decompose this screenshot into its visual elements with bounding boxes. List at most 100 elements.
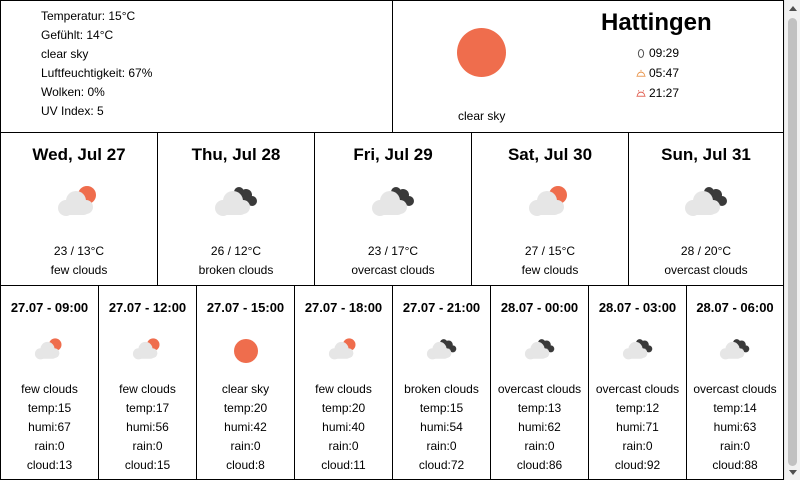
hourly-forecast-card: 28.07 - 00:00 overcast clouds temp:13 hu… [490, 285, 589, 480]
current-humidity: Luftfeuchtigkeit: 67% [41, 66, 153, 80]
hour-time: 27.07 - 09:00 [10, 300, 89, 315]
hour-temp: temp:15 [419, 401, 464, 415]
hour-condition: few clouds [119, 382, 176, 396]
hour-temp: temp:14 [713, 401, 757, 415]
current-uv-index: UV Index: 5 [41, 104, 104, 118]
hour-rain: rain:0 [426, 439, 457, 453]
current-conditions-list: Temperatur: 15°C Gefühlt: 14°C clear sky… [41, 7, 152, 121]
current-conditions-panel: Temperatur: 15°C Gefühlt: 14°C clear sky… [0, 0, 393, 133]
hourly-forecast-card: 28.07 - 06:00 overcast clouds temp:14 hu… [686, 285, 784, 480]
overcast-clouds-icon [622, 337, 656, 365]
hour-condition: broken clouds [404, 382, 479, 396]
day-temperature: 23 / 17°C [367, 244, 419, 258]
few-clouds-icon [528, 184, 576, 224]
current-feels-like: Gefühlt: 14°C [41, 28, 114, 42]
city-panel: clear sky Hattingen 09:29 05:47 21:27 [392, 0, 784, 133]
hour-cloud: cloud:88 [712, 458, 758, 472]
hour-rain: rain:0 [328, 439, 359, 453]
sun-icon [230, 337, 264, 365]
current-description: clear sky [41, 47, 89, 61]
hour-rain: rain:0 [524, 439, 555, 453]
moonrise-row: 09:29 [636, 43, 679, 63]
daily-forecast-card: Thu, Jul 28 26 / 12°C broken clouds [157, 132, 315, 286]
vertical-scrollbar[interactable] [784, 0, 800, 480]
hour-time: 27.07 - 21:00 [402, 300, 481, 315]
hour-humidity: humi:56 [126, 420, 169, 434]
day-condition: broken clouds [198, 263, 274, 277]
sunrise-row: 05:47 [636, 63, 679, 83]
hour-cloud: cloud:11 [321, 458, 366, 472]
hourly-forecast-card: 27.07 - 15:00 clear sky temp:20 humi:42 … [196, 285, 295, 480]
day-date: Fri, Jul 29 [353, 145, 433, 164]
hour-rain: rain:0 [132, 439, 163, 453]
few-clouds-icon [328, 337, 362, 365]
hour-time: 27.07 - 18:00 [304, 300, 383, 315]
broken-clouds-icon [214, 184, 262, 224]
hourly-forecast-card: 27.07 - 21:00 broken clouds temp:15 humi… [392, 285, 491, 480]
sunrise-time: 05:47 [649, 66, 680, 80]
day-temperature: 23 / 13°C [53, 244, 105, 258]
overcast-clouds-icon [524, 337, 558, 365]
hourly-forecast-card: 27.07 - 09:00 few clouds temp:15 humi:67… [0, 285, 99, 480]
hour-temp: temp:15 [27, 401, 72, 415]
broken-clouds-icon [426, 337, 460, 365]
hour-temp: temp:12 [615, 401, 660, 415]
hour-rain: rain:0 [230, 439, 261, 453]
day-date: Sat, Jul 30 [507, 145, 593, 164]
hour-cloud: cloud:72 [418, 458, 465, 472]
sunset-icon [636, 87, 646, 99]
city-name: Hattingen [601, 9, 712, 36]
day-condition: few clouds [50, 263, 108, 277]
hour-condition: few clouds [21, 382, 78, 396]
city-weather-description: clear sky [458, 109, 506, 123]
scroll-up-arrow-icon[interactable] [785, 0, 800, 16]
hour-condition: clear sky [221, 382, 270, 396]
day-temperature: 27 / 15°C [524, 244, 576, 258]
hour-temp: temp:20 [321, 401, 366, 415]
current-cloudiness: Wolken: 0% [41, 85, 105, 99]
hour-time: 27.07 - 12:00 [108, 300, 187, 315]
hourly-forecast-card: 27.07 - 18:00 few clouds temp:20 humi:40… [294, 285, 393, 480]
few-clouds-icon [34, 337, 68, 365]
hourly-forecast-card: 28.07 - 03:00 overcast clouds temp:12 hu… [588, 285, 687, 480]
hour-humidity: humi:40 [322, 420, 365, 434]
hour-condition: few clouds [315, 382, 372, 396]
sun-times: 09:29 05:47 21:27 [636, 43, 679, 103]
sun-icon [457, 28, 506, 77]
hour-rain: rain:0 [719, 439, 751, 453]
daily-forecast-card: Sat, Jul 30 27 / 15°C few clouds [471, 132, 629, 286]
day-date: Wed, Jul 27 [32, 145, 126, 164]
sunrise-icon [636, 67, 646, 79]
hour-humidity: humi:71 [616, 420, 659, 434]
moonrise-time: 09:29 [649, 46, 680, 60]
hour-humidity: humi:54 [420, 420, 463, 434]
scrollbar-thumb[interactable] [788, 18, 797, 466]
hour-temp: temp:17 [125, 401, 170, 415]
hour-humidity: humi:42 [224, 420, 267, 434]
hour-condition: overcast clouds [497, 382, 582, 396]
current-temperature: Temperatur: 15°C [41, 9, 136, 23]
few-clouds-icon [57, 184, 105, 224]
hour-cloud: cloud:13 [26, 458, 73, 472]
hour-cloud: cloud:92 [614, 458, 661, 472]
hour-cloud: cloud:86 [516, 458, 563, 472]
overcast-clouds-icon [371, 184, 419, 224]
day-condition: few clouds [521, 263, 579, 277]
day-temperature: 26 / 12°C [210, 244, 262, 258]
hour-cloud: cloud:15 [124, 458, 171, 472]
scroll-down-arrow-icon[interactable] [785, 464, 800, 480]
overcast-clouds-icon [719, 337, 753, 365]
day-date: Sun, Jul 31 [661, 145, 751, 164]
hour-time: 28.07 - 03:00 [598, 300, 677, 315]
day-temperature: 28 / 20°C [680, 244, 732, 258]
daily-forecast-card: Wed, Jul 27 23 / 13°C few clouds [0, 132, 158, 286]
hour-humidity: humi:63 [713, 420, 757, 434]
hour-time: 28.07 - 06:00 [696, 300, 774, 315]
few-clouds-icon [132, 337, 166, 365]
hourly-forecast-card: 27.07 - 12:00 few clouds temp:17 humi:56… [98, 285, 197, 480]
hour-cloud: cloud:8 [226, 458, 265, 472]
hour-temp: temp:20 [223, 401, 268, 415]
moon-icon [636, 47, 646, 59]
hour-temp: temp:13 [517, 401, 562, 415]
hour-time: 28.07 - 00:00 [500, 300, 579, 315]
